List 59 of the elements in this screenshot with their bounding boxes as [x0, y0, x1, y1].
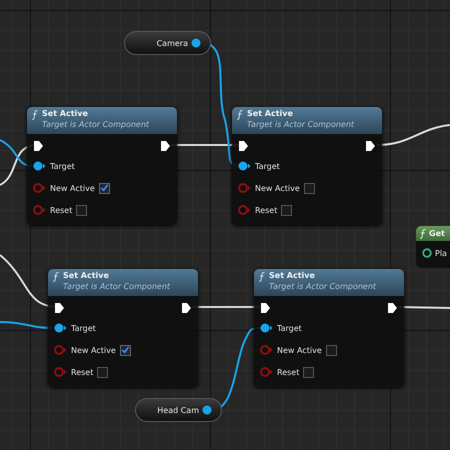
- node-title: Set Active: [269, 271, 316, 281]
- pin-label: Target: [277, 324, 302, 332]
- object-pin-icon[interactable]: [260, 323, 273, 333]
- variable-label: Camera: [156, 38, 188, 48]
- object-pin-icon[interactable]: [238, 161, 251, 171]
- node-subtitle: Target is Actor Component: [63, 281, 170, 293]
- checkbox[interactable]: [326, 344, 337, 356]
- node-subtitle: Target is Actor Component: [269, 281, 376, 293]
- node-title: Set Active: [247, 109, 294, 119]
- pin-label: New Active: [71, 346, 116, 354]
- checkbox[interactable]: [76, 204, 88, 216]
- checkbox[interactable]: [304, 182, 315, 194]
- function-node[interactable]: Set Active Target is Actor Component Target New Active Reset: [27, 107, 177, 225]
- function-node[interactable]: Set Active Target is Actor Component Target New Active Reset: [48, 269, 198, 387]
- exec-input-pin-icon[interactable]: [238, 140, 249, 152]
- checkbox[interactable]: [120, 344, 131, 356]
- exec-output-pin-icon[interactable]: [181, 302, 192, 314]
- exec-output-pin-icon[interactable]: [160, 140, 171, 152]
- node-title: Set Active: [42, 109, 89, 119]
- pin-label: Target: [50, 162, 75, 170]
- node-title: Get: [429, 229, 445, 238]
- object-pin-icon[interactable]: [33, 161, 46, 171]
- pin-label: Target: [255, 162, 280, 170]
- object-pin-icon[interactable]: [54, 323, 67, 333]
- pin-icon[interactable]: [422, 248, 432, 258]
- pin-label: New Active: [50, 184, 95, 192]
- getter-node[interactable]: Get Pla: [416, 226, 450, 268]
- object-pin-icon[interactable]: [191, 38, 201, 48]
- node-title: Set Active: [63, 271, 110, 281]
- object-pin-icon[interactable]: [202, 405, 212, 415]
- function-icon: [259, 272, 265, 282]
- exec-input-pin-icon[interactable]: [260, 302, 271, 314]
- pin-label: Reset: [71, 368, 94, 376]
- pin-label: New Active: [277, 346, 322, 354]
- exec-input-pin-icon[interactable]: [54, 302, 65, 314]
- function-icon: [420, 228, 426, 238]
- pin-label: Reset: [255, 206, 278, 214]
- variable-node[interactable]: Camera: [124, 31, 211, 55]
- function-icon: [237, 110, 243, 120]
- pin-label: New Active: [255, 184, 300, 192]
- variable-label: Head Cam: [157, 406, 199, 414]
- variable-node[interactable]: Head Cam: [135, 398, 222, 422]
- exec-output-pin-icon[interactable]: [365, 140, 376, 152]
- checkbox[interactable]: [281, 204, 292, 216]
- pin-label: Pla: [435, 248, 447, 258]
- function-node[interactable]: Set Active Target is Actor Component Target New Active Reset: [232, 107, 382, 225]
- exec-output-pin-icon[interactable]: [387, 302, 398, 314]
- pin-label: Reset: [50, 206, 72, 214]
- pin-label: Target: [71, 324, 96, 332]
- function-node[interactable]: Set Active Target is Actor Component Target New Active Reset: [254, 269, 404, 387]
- exec-input-pin-icon[interactable]: [33, 140, 44, 152]
- pin-label: Reset: [277, 368, 300, 376]
- node-subtitle: Target is Actor Component: [247, 119, 354, 131]
- node-subtitle: Target is Actor Component: [42, 119, 150, 131]
- checkbox[interactable]: [303, 366, 314, 378]
- function-icon: [32, 110, 38, 120]
- checkbox[interactable]: [97, 366, 108, 378]
- checkbox[interactable]: [98, 182, 110, 194]
- function-icon: [53, 272, 59, 282]
